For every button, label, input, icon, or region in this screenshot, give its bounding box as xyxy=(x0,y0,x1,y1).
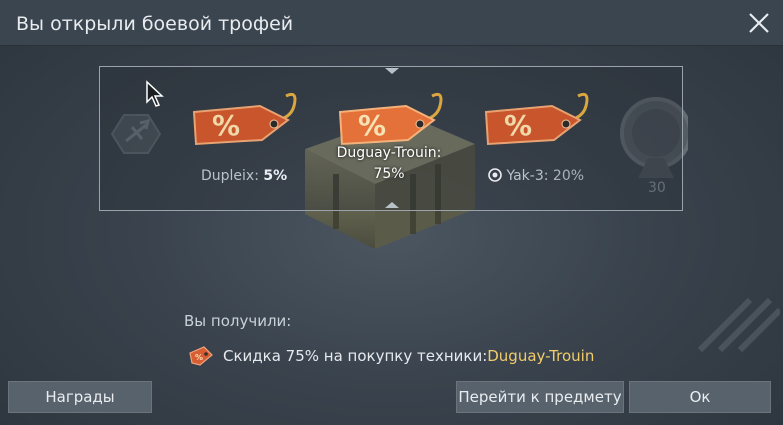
discount-tag-icon: % xyxy=(189,346,213,366)
reward-text: Скидка 75% на покупку техники: xyxy=(223,347,488,365)
reel-marker-top xyxy=(385,68,399,74)
reel-item-duguay-trouin: Duguay-Trouin: 75% xyxy=(336,145,442,182)
reel-item-dupleix: Dupleix: 5% xyxy=(201,168,288,184)
close-icon xyxy=(749,13,769,33)
discount-tag-icon: % xyxy=(484,92,589,146)
background-decoration xyxy=(697,297,780,353)
reward-vehicle: Duguay-Trouin xyxy=(487,347,595,365)
reel-marker-bottom xyxy=(385,202,399,208)
svg-text:%: % xyxy=(358,109,386,142)
trophy-dialog: Вы открыли боевой трофей 30 % Dupleix: 5… xyxy=(0,0,783,425)
dialog-title: Вы открыли боевой трофей xyxy=(16,13,294,35)
discount-tag-icon: % xyxy=(192,92,297,146)
svg-text:%: % xyxy=(212,109,240,142)
awards-button[interactable]: Награды xyxy=(8,381,152,413)
ok-button[interactable]: Ок xyxy=(629,381,771,413)
received-label: Вы получили: xyxy=(184,312,292,330)
reward-line: % Скидка 75% на покупку техники: Duguay-… xyxy=(188,343,594,369)
close-button[interactable] xyxy=(747,11,771,35)
target-icon xyxy=(488,168,502,182)
title-bar: Вы открыли боевой трофей xyxy=(0,0,783,46)
svg-text:%: % xyxy=(195,353,203,362)
reel-item-yak3: Yak-3: 20% xyxy=(488,168,584,184)
go-to-item-button[interactable]: Перейти к предмету xyxy=(456,381,624,413)
mouse-cursor-icon xyxy=(146,80,164,107)
svg-text:%: % xyxy=(504,109,532,142)
